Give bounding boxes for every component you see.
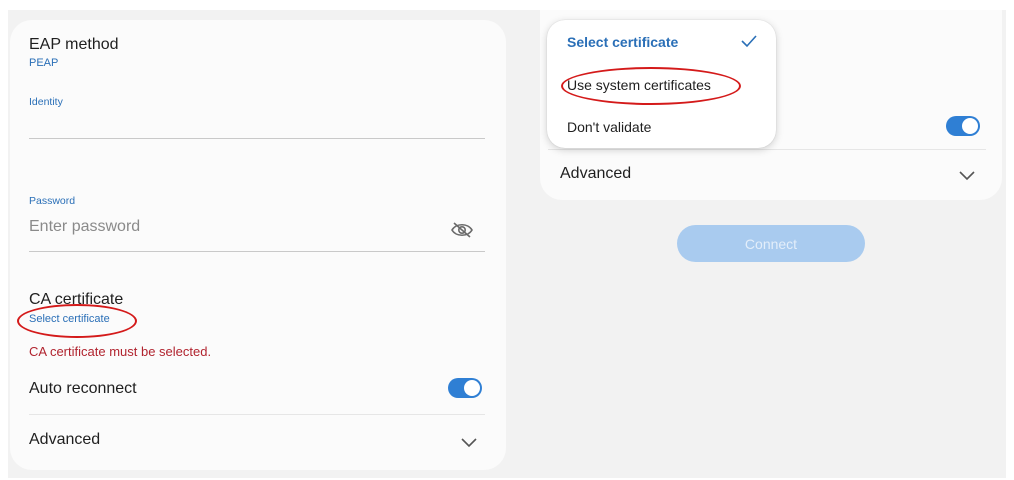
divider <box>548 149 986 150</box>
auto-reconnect-toggle[interactable] <box>448 378 482 398</box>
option-select-certificate[interactable]: Select certificate <box>567 34 678 50</box>
advanced-label[interactable]: Advanced <box>29 431 100 449</box>
divider <box>29 414 485 415</box>
ca-certificate-error: CA certificate must be selected. <box>29 344 212 359</box>
identity-field[interactable] <box>29 138 485 139</box>
wifi-settings-card <box>10 20 506 470</box>
auto-reconnect-label: Auto reconnect <box>29 380 137 397</box>
annotation-circle-select-certificate <box>17 304 137 338</box>
annotation-circle-system-certificates <box>561 67 741 105</box>
toggle-knob <box>962 118 978 134</box>
right-toggle[interactable] <box>946 116 980 136</box>
password-label: Password <box>29 195 76 207</box>
connect-button[interactable]: Connect <box>677 225 865 262</box>
hide-password-eye-icon[interactable] <box>451 221 473 239</box>
chevron-down-icon[interactable] <box>460 436 478 448</box>
checkmark-icon <box>741 35 757 48</box>
password-underline <box>29 251 485 252</box>
eap-method-value: PEAP <box>29 57 59 69</box>
advanced-label-right[interactable]: Advanced <box>560 165 631 183</box>
chevron-down-icon[interactable] <box>958 169 976 181</box>
toggle-knob <box>464 380 480 396</box>
eap-method-title[interactable]: EAP method <box>29 36 119 54</box>
identity-label: Identity <box>29 96 63 108</box>
option-dont-validate[interactable]: Don't validate <box>567 119 651 135</box>
password-field[interactable]: Enter password <box>29 218 140 236</box>
